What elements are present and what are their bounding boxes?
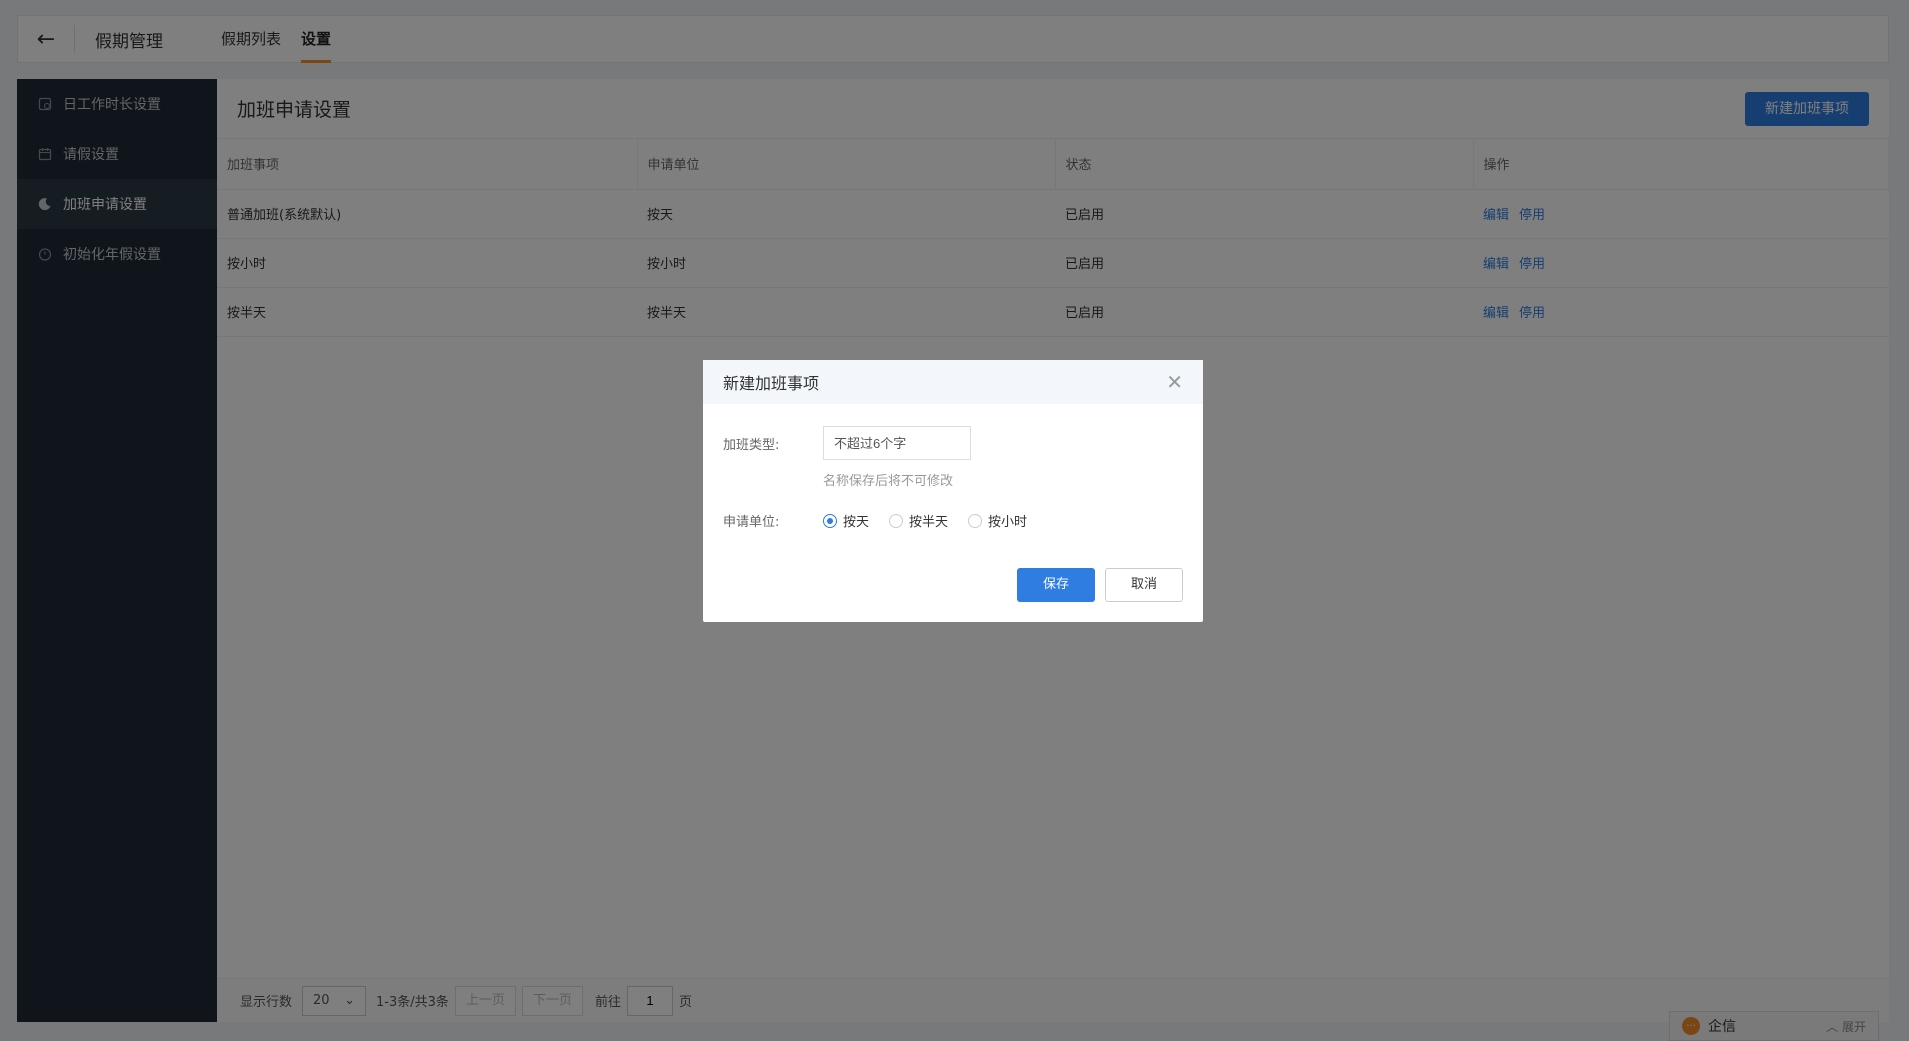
overtime-type-label: 加班类型: [723,437,780,453]
apply-unit-row: 申请单位: 按天 按半天 按小时 [723,511,1183,530]
radio-dot [968,513,983,528]
dialog-body: 加班类型: 名称保存后将不可修改 申请单位: 按天 按半天 按小时 [703,404,1203,530]
close-icon[interactable]: ✕ [1166,370,1183,394]
radio-dot [823,513,837,528]
unit-radio-day[interactable]: 按天 [823,511,869,530]
dialog-footer: 保存 取消 [1017,568,1183,602]
dialog-header: 新建加班事项 ✕ [703,360,1203,404]
cancel-button[interactable]: 取消 [1105,568,1183,602]
overtime-type-input[interactable] [823,426,971,460]
apply-unit-label: 申请单位: [723,515,780,530]
dialog-title: 新建加班事项 [723,374,820,393]
radio-dot [889,513,904,528]
save-button[interactable]: 保存 [1017,568,1095,602]
radio-label: 按天 [843,515,870,530]
overtime-type-hint: 名称保存后将不可修改 [823,474,954,489]
apply-unit-radio-group: 按天 按半天 按小时 [823,511,1047,530]
overtime-type-row: 加班类型: [723,426,1183,460]
new-overtime-dialog: 新建加班事项 ✕ 加班类型: 名称保存后将不可修改 申请单位: 按天 按半天 [703,360,1203,622]
unit-radio-half-day[interactable]: 按半天 [889,511,948,530]
unit-radio-hour[interactable]: 按小时 [968,511,1027,530]
radio-label: 按半天 [909,515,949,530]
radio-label: 按小时 [988,515,1028,530]
